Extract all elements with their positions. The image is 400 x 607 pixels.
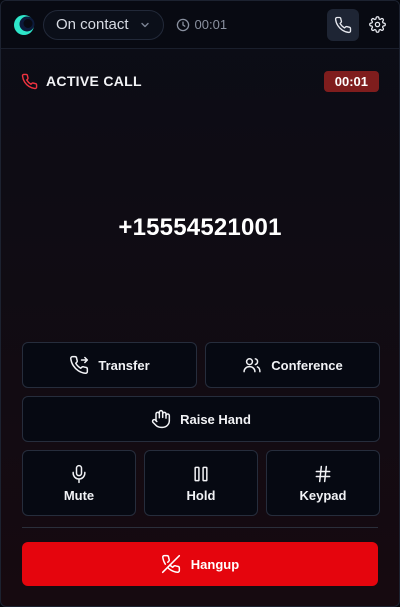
settings-button[interactable] bbox=[365, 9, 389, 41]
logo-icon bbox=[13, 14, 35, 36]
phone-icon bbox=[334, 16, 352, 34]
conference-button[interactable]: Conference bbox=[205, 342, 380, 388]
keypad-label: Keypad bbox=[299, 487, 347, 503]
gear-icon bbox=[368, 16, 386, 33]
hangup-button[interactable]: Hangup bbox=[22, 542, 378, 586]
status-label: On contact bbox=[56, 16, 129, 33]
phone-red-icon bbox=[21, 73, 38, 90]
phone-number: +15554521001 bbox=[118, 214, 282, 241]
phone-off-icon bbox=[161, 554, 181, 574]
call-state-label: ACTIVE CALL bbox=[46, 73, 142, 89]
top-bar: On contact 00:01 bbox=[1, 1, 399, 49]
chevron-down-icon bbox=[139, 19, 151, 31]
call-timer-value: 00:01 bbox=[194, 17, 228, 32]
pause-icon bbox=[191, 464, 211, 484]
hold-button[interactable]: Hold bbox=[144, 450, 258, 516]
hangup-label: Hangup bbox=[190, 556, 240, 572]
mute-label: Mute bbox=[63, 487, 95, 503]
call-duration-badge: 00:01 bbox=[323, 70, 379, 92]
mute-button[interactable]: Mute bbox=[22, 450, 136, 516]
phone-forward-icon bbox=[69, 355, 89, 375]
raise-hand-label: Raise Hand bbox=[180, 411, 251, 427]
conference-label: Conference bbox=[271, 357, 343, 373]
hand-icon bbox=[151, 409, 171, 429]
hash-icon bbox=[313, 464, 333, 484]
microphone-icon bbox=[69, 464, 89, 484]
divider bbox=[22, 527, 378, 528]
call-status-header: ACTIVE CALL 00:01 bbox=[21, 69, 379, 93]
keypad-button[interactable]: Keypad bbox=[266, 450, 380, 516]
hold-label: Hold bbox=[186, 487, 216, 503]
softphone-window: On contact 00:01 ACTIVE CALL 00:01 +1555… bbox=[0, 0, 400, 607]
users-icon bbox=[242, 355, 262, 375]
status-dropdown[interactable]: On contact bbox=[43, 9, 164, 40]
raise-hand-button[interactable]: Raise Hand bbox=[22, 396, 380, 442]
transfer-label: Transfer bbox=[98, 357, 150, 373]
phone-button[interactable] bbox=[327, 8, 359, 41]
call-timer: 00:01 bbox=[176, 17, 228, 32]
transfer-button[interactable]: Transfer bbox=[22, 342, 197, 388]
clock-icon bbox=[176, 18, 195, 32]
